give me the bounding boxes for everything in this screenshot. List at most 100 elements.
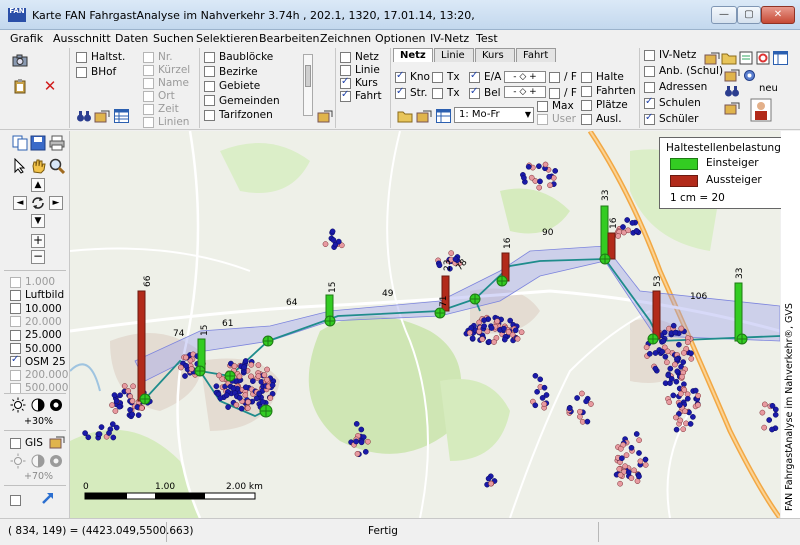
max-user-checkbox[interactable]: User <box>537 112 576 126</box>
network-checkbox[interactable]: Netz <box>340 50 379 64</box>
gis-contrast-icon[interactable] <box>30 453 46 469</box>
pointer-icon[interactable] <box>12 158 28 174</box>
iv-binoculars-icon[interactable] <box>724 83 740 99</box>
copy-icon[interactable] <box>12 135 28 151</box>
stop-attr-checkbox[interactable]: Zeit <box>143 102 179 116</box>
netz-option-checkbox[interactable]: / F <box>549 70 577 84</box>
netz-count-checkbox[interactable]: Ausl. <box>581 112 622 126</box>
iv-photo-icon[interactable] <box>724 67 740 83</box>
export-icon[interactable] <box>416 108 432 124</box>
ivnetz-checkbox[interactable]: Schulen <box>644 96 701 110</box>
gis-image-icon[interactable] <box>49 434 65 450</box>
stop-type-checkbox[interactable]: BHof <box>76 65 116 79</box>
map-scale-checkbox[interactable]: 20.000 <box>10 315 62 329</box>
netz-option-checkbox[interactable]: Kno <box>395 70 430 84</box>
gis-checkbox[interactable]: GIS <box>10 436 43 450</box>
save-icon[interactable] <box>30 135 46 151</box>
area-checkbox[interactable]: Gemeinden <box>204 94 280 108</box>
minimize-button[interactable]: — <box>711 6 737 24</box>
menu-ausschnitt[interactable]: Ausschnitt <box>53 32 111 45</box>
ivnetz-checkbox[interactable]: Schüler <box>644 112 698 126</box>
map-scale-checkbox[interactable]: Luftbild <box>10 288 64 302</box>
maximize-button[interactable]: ▢ <box>737 6 761 24</box>
area-checkbox[interactable]: Gebiete <box>204 79 260 93</box>
gis-dark-icon[interactable] <box>48 453 64 469</box>
menu-selektieren[interactable]: Selektieren <box>196 32 258 45</box>
menu-optionen[interactable]: Optionen <box>375 32 425 45</box>
map-scale-checkbox[interactable]: 10.000 <box>10 302 62 316</box>
menu-bearbeiten[interactable]: Bearbeiten <box>259 32 319 45</box>
stop-type-checkbox[interactable]: Haltst. <box>76 50 125 64</box>
network-checkbox[interactable]: Fahrt <box>340 89 382 103</box>
stop-attr-checkbox[interactable]: Ort <box>143 89 175 103</box>
refresh-icon[interactable] <box>30 195 46 211</box>
delete-icon[interactable]: ✕ <box>42 77 58 95</box>
extra-checkbox[interactable] <box>10 493 25 507</box>
sun-icon[interactable] <box>10 397 26 413</box>
netz-option-checkbox[interactable]: Bel <box>469 86 501 100</box>
dark-icon[interactable] <box>48 397 64 413</box>
pan-right-icon[interactable]: ► <box>49 196 63 210</box>
map-scale-checkbox[interactable]: 200.000 <box>10 368 68 382</box>
netz-option-checkbox[interactable]: Str. <box>395 86 427 100</box>
menu-daten[interactable]: Daten <box>115 32 148 45</box>
pan-down-icon[interactable]: ▼ <box>31 214 45 228</box>
pan-left-icon[interactable]: ◄ <box>13 196 27 210</box>
netz-table-icon[interactable] <box>435 108 451 124</box>
menu-grafik[interactable]: Grafik <box>10 32 43 45</box>
arrow-ne-icon[interactable] <box>40 490 56 506</box>
netz-option-checkbox[interactable]: / F <box>549 86 577 100</box>
close-button[interactable]: ✕ <box>761 6 795 24</box>
load-stepper-2[interactable]: - ◇ + <box>504 86 546 98</box>
binoculars-icon[interactable] <box>76 108 92 124</box>
netz-option-checkbox[interactable]: E/A <box>469 70 501 84</box>
stop-attr-checkbox[interactable]: Kürzel <box>143 63 190 77</box>
stop-attr-checkbox[interactable]: Nr. <box>143 50 173 64</box>
zoom-out-icon[interactable]: − <box>31 250 45 264</box>
menu-iv-netz[interactable]: IV-Netz <box>430 32 469 45</box>
netz-option-checkbox[interactable]: Tx <box>432 86 460 100</box>
open-folder-icon[interactable] <box>397 108 413 124</box>
iv-image-icon[interactable] <box>704 50 720 66</box>
menu-zeichnen[interactable]: Zeichnen <box>320 32 371 45</box>
image-tool-icon[interactable] <box>94 108 110 124</box>
area-checkbox[interactable]: Baublöcke <box>204 50 273 64</box>
load-stepper[interactable]: - ◇ + <box>504 71 546 83</box>
iv-image2-icon[interactable] <box>724 100 740 116</box>
day-type-select[interactable]: 1: Mo-Fr ▼ <box>454 107 534 123</box>
netz-count-checkbox[interactable]: Plätze <box>581 98 628 112</box>
gis-sun-icon[interactable] <box>10 453 26 469</box>
contrast-icon[interactable] <box>30 397 46 413</box>
student-icon[interactable] <box>750 98 772 122</box>
area-checkbox[interactable]: Tarifzonen <box>204 108 273 122</box>
ivnetz-checkbox[interactable]: Anb. (Schul) <box>644 64 723 78</box>
pan-up-icon[interactable]: ▲ <box>31 178 45 192</box>
netz-option-checkbox[interactable]: Tx <box>432 70 460 84</box>
tab-kurs[interactable]: Kurs <box>475 48 515 62</box>
stop-attr-checkbox[interactable]: Linien <box>143 115 189 129</box>
map-scale-checkbox[interactable]: OSM 25 <box>10 354 66 369</box>
print-icon[interactable] <box>49 135 65 151</box>
map-scale-checkbox[interactable]: 1.000 <box>10 275 55 289</box>
ivnetz-checkbox[interactable]: Adressen <box>644 80 707 94</box>
netz-count-checkbox[interactable]: Fahrten <box>581 84 636 98</box>
iv-folder-icon[interactable] <box>721 50 737 66</box>
iv-table-icon[interactable] <box>772 50 788 66</box>
menu-test[interactable]: Test <box>476 32 498 45</box>
clipboard-icon[interactable] <box>12 78 28 94</box>
tab-linie[interactable]: Linie <box>434 48 474 62</box>
iv-gear-icon[interactable] <box>741 67 757 83</box>
neu-label[interactable]: neu <box>759 83 778 94</box>
zoom-in-icon[interactable]: + <box>31 234 45 248</box>
tab-fahrt[interactable]: Fahrt <box>516 48 556 62</box>
hand-icon[interactable] <box>30 158 46 174</box>
tab-netz[interactable]: Netz <box>393 48 433 62</box>
iv-document-icon[interactable] <box>738 50 754 66</box>
ivnetz-checkbox[interactable]: IV-Netz <box>644 48 696 62</box>
camera-icon[interactable] <box>12 52 28 68</box>
map-scale-checkbox[interactable]: 25.000 <box>10 328 62 342</box>
stop-attr-checkbox[interactable]: Name <box>143 76 189 90</box>
zoom-icon[interactable] <box>49 158 65 174</box>
table-icon[interactable] <box>113 108 129 124</box>
areas-scrollbar[interactable] <box>303 54 313 116</box>
